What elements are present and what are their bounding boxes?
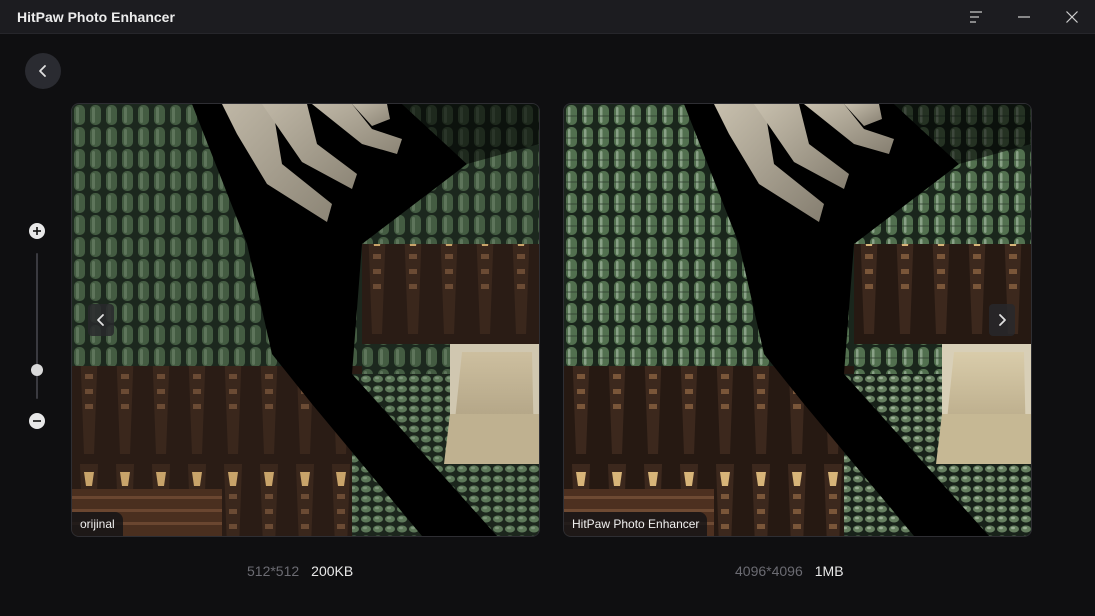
plus-circle-icon (29, 223, 45, 239)
back-button[interactable] (25, 53, 61, 89)
enhanced-file-size: 1MB (814, 563, 844, 579)
enhanced-meta: 4096*4096 1MB (735, 563, 844, 579)
original-label: orijinal (72, 512, 123, 536)
menu-icon (970, 10, 982, 23)
zoom-control (26, 220, 48, 432)
menu-button[interactable] (951, 0, 1001, 33)
enhanced-resolution: 4096*4096 (735, 563, 803, 579)
zoom-slider-track[interactable] (36, 253, 38, 399)
chevron-right-icon (999, 314, 1006, 326)
zoom-out-button[interactable] (28, 412, 46, 430)
zoom-in-button[interactable] (28, 222, 46, 240)
title-bar: HitPaw Photo Enhancer (0, 0, 1095, 34)
minus-circle-icon (29, 413, 45, 429)
original-image (72, 104, 539, 536)
close-icon (1066, 10, 1078, 23)
original-image-panel[interactable]: orijinal (71, 103, 540, 537)
chevron-left-icon (39, 65, 46, 77)
original-meta: 512*512 200KB (247, 563, 353, 579)
original-resolution: 512*512 (247, 563, 300, 579)
app-title: HitPaw Photo Enhancer (17, 9, 175, 25)
enhanced-image-panel[interactable]: HitPaw Photo Enhancer (563, 103, 1032, 537)
original-file-size: 200KB (311, 563, 354, 579)
zoom-slider-thumb[interactable] (31, 363, 43, 376)
close-button[interactable] (1047, 0, 1095, 33)
minimize-icon (1018, 15, 1030, 18)
prev-image-button[interactable] (88, 304, 114, 336)
enhanced-label: HitPaw Photo Enhancer (564, 512, 708, 536)
chevron-left-icon (97, 314, 104, 326)
enhanced-image (564, 104, 1031, 536)
next-image-button[interactable] (989, 304, 1015, 336)
minimize-button[interactable] (999, 0, 1049, 33)
